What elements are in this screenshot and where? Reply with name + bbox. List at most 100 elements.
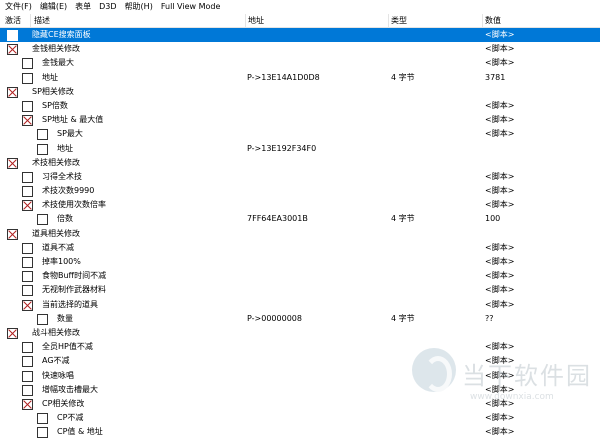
row-description: 当前选择的道具 — [42, 299, 98, 309]
row-value: 100 — [485, 214, 501, 224]
active-checkbox[interactable] — [22, 271, 33, 283]
active-checkbox[interactable] — [37, 143, 48, 155]
active-checkbox[interactable] — [22, 200, 33, 212]
table-row[interactable]: SP倍数 <脚本> — [0, 99, 600, 113]
active-checkbox[interactable] — [37, 313, 48, 325]
active-checkbox[interactable] — [37, 427, 48, 438]
row-value: <脚本> — [485, 342, 515, 352]
active-checkbox[interactable] — [22, 171, 33, 183]
row-address: 7FF64EA3001B — [247, 214, 308, 224]
row-value: <脚本> — [485, 413, 515, 423]
column-value[interactable]: 数值 — [482, 14, 501, 28]
table-row[interactable]: 掉率100% <脚本> — [0, 255, 600, 269]
row-description: 数量 — [57, 313, 73, 323]
row-description: 隐藏CE搜索面板 — [32, 30, 91, 39]
table-row[interactable]: 金钱相关修改 <脚本> — [0, 42, 600, 56]
active-checkbox[interactable] — [22, 342, 33, 354]
table-row[interactable]: 地址 P->13E192F34F0 — [0, 142, 600, 156]
active-checkbox[interactable] — [22, 100, 33, 112]
table-row[interactable]: 增幅攻击槽最大 <脚本> — [0, 383, 600, 397]
table-row[interactable]: 战斗相关修改 — [0, 326, 600, 340]
menu-full-view-mode[interactable]: Full View Mode — [161, 1, 221, 13]
row-description: 掉率100% — [42, 257, 81, 266]
table-row[interactable]: 习得全术技 <脚本> — [0, 170, 600, 184]
row-value: <脚本> — [485, 44, 515, 54]
active-checkbox[interactable] — [22, 58, 33, 70]
table-row[interactable]: 金钱最大 <脚本> — [0, 56, 600, 70]
row-description: 术技使用次数倍率 — [42, 200, 106, 210]
menu-table[interactable]: 表单 — [75, 1, 91, 13]
table-row[interactable]: 术技次数9990 <脚本> — [0, 184, 600, 198]
row-type: 4 字节 — [391, 214, 415, 224]
row-description: 习得全术技 — [42, 171, 82, 181]
table-row[interactable]: 倍数 7FF64EA3001B 4 字节 100 — [0, 212, 600, 226]
table-row[interactable]: 地址 P->13E14A1D0D8 4 字节 3781 — [0, 71, 600, 85]
table-row[interactable]: 食物Buff时间不减 <脚本> — [0, 269, 600, 283]
row-value: <脚本> — [485, 427, 515, 437]
table-row[interactable]: SP地址 & 最大值 <脚本> — [0, 113, 600, 127]
active-checkbox[interactable] — [22, 115, 33, 127]
row-description: 快速咏唱 — [42, 370, 74, 380]
active-checkbox[interactable] — [37, 129, 48, 141]
menu-d3d[interactable]: D3D — [99, 1, 116, 13]
active-checkbox[interactable] — [7, 157, 18, 169]
table-row[interactable]: CP相关修改 <脚本> — [0, 397, 600, 411]
row-type: 4 字节 — [391, 72, 415, 82]
row-description: CP值 & 地址 — [57, 427, 103, 437]
menu-edit[interactable]: 编辑(E) — [40, 1, 67, 13]
row-description: 术技次数9990 — [42, 186, 95, 196]
table-row[interactable]: 术技相关修改 — [0, 156, 600, 170]
column-description[interactable]: 描述 — [31, 14, 50, 28]
menu-help[interactable]: 帮助(H) — [125, 1, 153, 13]
active-checkbox[interactable] — [22, 285, 33, 297]
active-checkbox[interactable] — [7, 327, 18, 339]
table-row[interactable]: 当前选择的道具 <脚本> — [0, 298, 600, 312]
active-checkbox[interactable] — [7, 30, 18, 41]
active-checkbox[interactable] — [22, 299, 33, 311]
active-checkbox[interactable] — [37, 413, 48, 425]
active-checkbox[interactable] — [7, 228, 18, 240]
row-description: 道具不减 — [42, 242, 74, 252]
row-description: SP相关修改 — [32, 86, 74, 96]
row-value: <脚本> — [485, 257, 515, 266]
active-checkbox[interactable] — [22, 72, 33, 84]
table-row[interactable]: 术技使用次数倍率 <脚本> — [0, 198, 600, 212]
table-row[interactable]: 全员HP值不减 <脚本> — [0, 340, 600, 354]
table-row[interactable]: 无视制作武器材料 <脚本> — [0, 283, 600, 297]
column-active[interactable]: 激活 — [2, 14, 21, 28]
row-description: SP最大 — [57, 129, 83, 139]
active-checkbox[interactable] — [7, 86, 18, 98]
table-row[interactable]: 道具不减 <脚本> — [0, 241, 600, 255]
active-checkbox[interactable] — [22, 257, 33, 268]
table-row[interactable]: CP值 & 地址 <脚本> — [0, 425, 600, 438]
table-row[interactable]: 隐藏CE搜索面板 <脚本> — [0, 28, 600, 43]
row-value: <脚本> — [485, 285, 515, 295]
row-description: 无视制作武器材料 — [42, 285, 106, 295]
active-checkbox[interactable] — [22, 398, 33, 410]
column-address[interactable]: 地址 — [245, 14, 264, 28]
active-checkbox[interactable] — [7, 44, 18, 56]
table-row[interactable]: AG不减 <脚本> — [0, 354, 600, 368]
table-row[interactable]: SP相关修改 — [0, 85, 600, 99]
table-row[interactable]: 数量 P->00000008 4 字节?? — [0, 312, 600, 326]
column-type[interactable]: 类型 — [388, 14, 407, 28]
row-description: 术技相关修改 — [32, 157, 80, 167]
menu-file[interactable]: 文件(F) — [5, 1, 32, 13]
table-row[interactable]: 快速咏唱 <脚本> — [0, 369, 600, 383]
active-checkbox[interactable] — [37, 214, 48, 226]
row-value: <脚本> — [485, 384, 515, 394]
row-type: 4 字节 — [391, 313, 415, 323]
table-row[interactable]: 道具相关修改 — [0, 227, 600, 241]
table-row[interactable]: CP不减 <脚本> — [0, 411, 600, 425]
active-checkbox[interactable] — [22, 186, 33, 198]
active-checkbox[interactable] — [22, 242, 33, 254]
row-description: CP相关修改 — [42, 398, 85, 408]
row-description: AG不减 — [42, 356, 70, 366]
menu-bar: 文件(F) 编辑(E) 表单 D3D 帮助(H) Full View Mode — [0, 0, 600, 13]
row-description: 金钱最大 — [42, 58, 74, 68]
active-checkbox[interactable] — [22, 384, 33, 396]
active-checkbox[interactable] — [22, 370, 33, 382]
active-checkbox[interactable] — [22, 356, 33, 368]
table-row[interactable]: SP最大 <脚本> — [0, 127, 600, 141]
row-value: <脚本> — [485, 100, 515, 110]
